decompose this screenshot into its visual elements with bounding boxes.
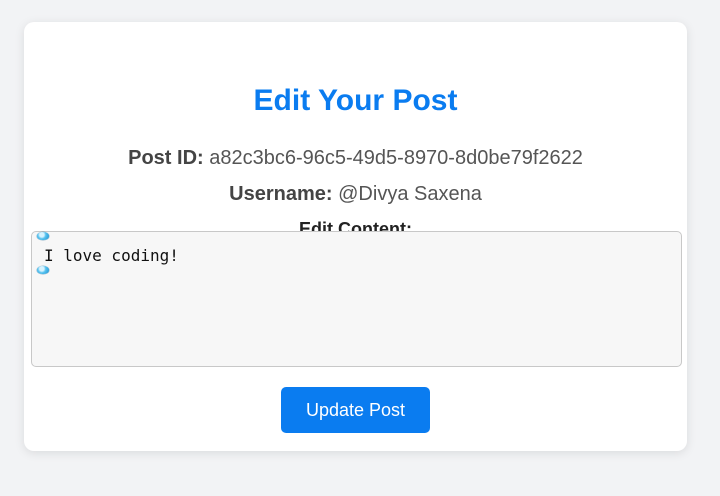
username-row: Username: @Divya Saxena bbox=[24, 184, 687, 204]
username-value: @Divya Saxena bbox=[338, 183, 482, 205]
resize-handle-icon[interactable] bbox=[37, 232, 49, 240]
page-title: Edit Your Post bbox=[253, 84, 458, 117]
content-text[interactable]: I love coding! bbox=[44, 246, 179, 265]
post-id-value: a82c3bc6-96c5-49d5-8970-8d0be79f2622 bbox=[209, 147, 583, 169]
edit-post-card: Edit Your Post Post ID: a82c3bc6-96c5-49… bbox=[24, 22, 687, 451]
post-id-label: Post ID: bbox=[128, 147, 204, 169]
content-textarea[interactable]: I love coding! bbox=[31, 231, 682, 367]
resize-handle-icon[interactable] bbox=[37, 266, 49, 274]
update-post-button[interactable]: Update Post bbox=[281, 387, 430, 433]
username-label: Username: bbox=[229, 183, 333, 205]
post-id-row: Post ID: a82c3bc6-96c5-49d5-8970-8d0be79… bbox=[24, 148, 687, 168]
